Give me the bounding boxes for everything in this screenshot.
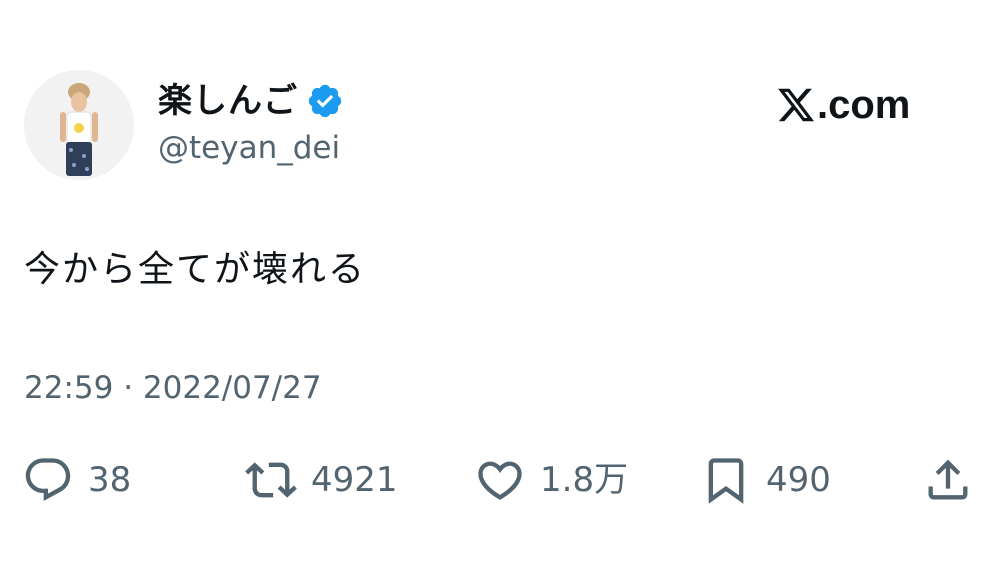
bookmark-count: 490 — [766, 460, 831, 500]
brand-domain-text: .com — [817, 83, 911, 127]
share-button[interactable] — [922, 452, 974, 508]
bookmark-button[interactable]: 490 — [700, 452, 831, 508]
retweet-icon — [245, 462, 297, 498]
reply-icon — [25, 458, 71, 502]
heart-icon — [478, 461, 522, 500]
retweet-count: 4921 — [311, 460, 398, 500]
avatar-image — [24, 70, 134, 180]
reply-button[interactable]: 38 — [22, 452, 131, 508]
tweet-action-bar: 38 4921 1.8万 490 — [0, 452, 1006, 508]
author-avatar[interactable] — [24, 70, 134, 180]
x-logo-icon — [778, 88, 815, 122]
tweet-body: 今から全てが壊れる — [24, 249, 367, 290]
like-count: 1.8万 — [540, 460, 629, 500]
author-handle[interactable]: @teyan_dei — [158, 128, 340, 168]
retweet-button[interactable]: 4921 — [245, 452, 398, 508]
like-button[interactable]: 1.8万 — [474, 452, 628, 508]
x-brand-mark: .com — [776, 80, 910, 130]
verified-badge-icon — [308, 84, 342, 118]
display-name-text: 楽しんご — [158, 81, 298, 121]
author-display-name[interactable]: 楽しんご — [158, 80, 344, 122]
tweet-card: 楽しんご @teyan_dei .com 今から全てが壊れる 22:59 · 2… — [0, 0, 1006, 565]
tweet-timestamp[interactable]: 22:59 · 2022/07/27 — [24, 368, 322, 408]
share-icon — [928, 459, 968, 500]
bookmark-icon — [708, 458, 744, 504]
reply-count: 38 — [88, 460, 132, 500]
